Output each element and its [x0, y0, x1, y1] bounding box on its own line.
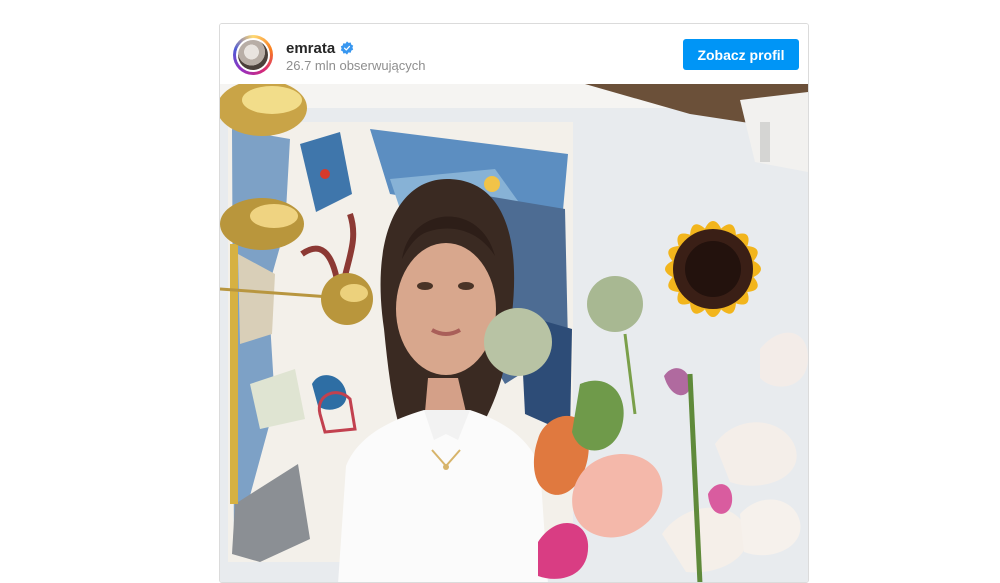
view-profile-button[interactable]: Zobacz profil [683, 39, 799, 70]
verified-badge-icon [341, 41, 354, 55]
username-link[interactable]: emrata [286, 40, 335, 57]
avatar-frame [236, 38, 270, 72]
photo-illustration [220, 84, 808, 582]
username-row: emrata [286, 38, 354, 58]
avatar[interactable] [233, 35, 273, 75]
post-header: emrata 26.7 mln obserwujących Zobacz pro… [220, 24, 808, 84]
avatar-image [238, 40, 268, 70]
follower-count: 26.7 mln obserwujących [286, 58, 426, 73]
instagram-embed-card: emrata 26.7 mln obserwujących Zobacz pro… [219, 23, 809, 583]
post-photo[interactable] [220, 84, 808, 582]
